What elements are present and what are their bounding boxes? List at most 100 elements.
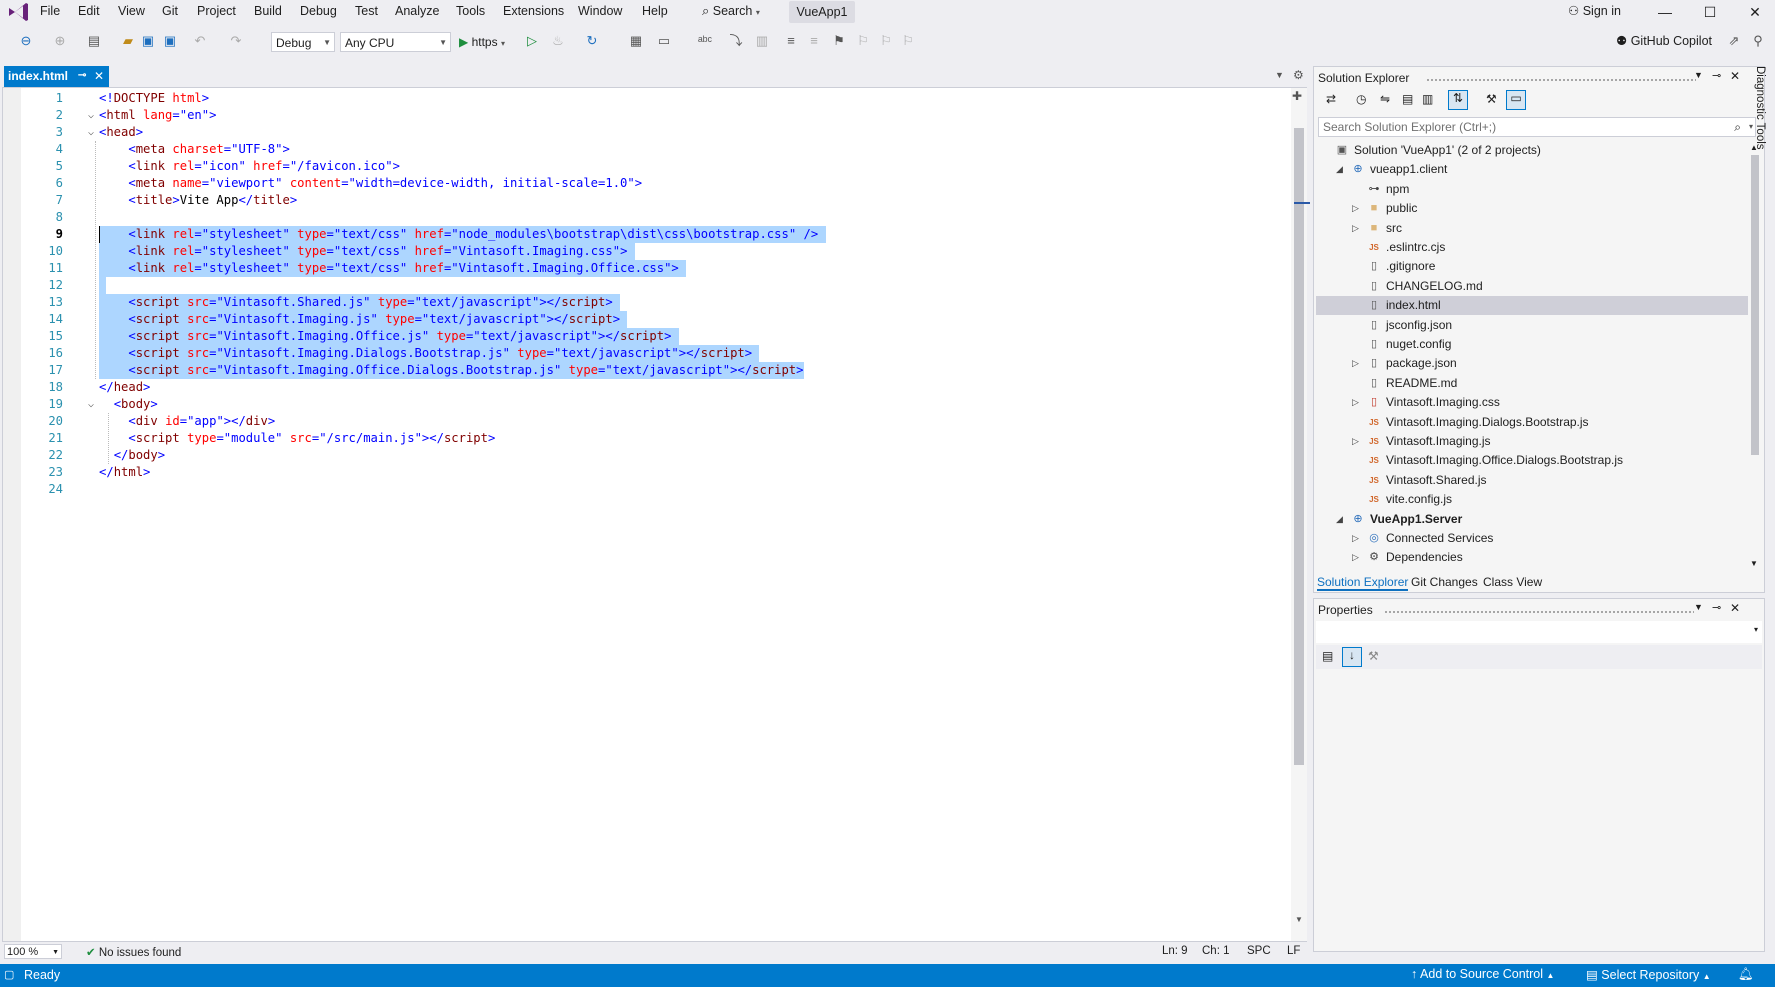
navigate-forward-icon[interactable]: ⊕ [52,33,68,49]
code-line[interactable]: 3 ⌵ <head> [3,124,1283,141]
refresh-icon[interactable]: ↻ [584,33,600,49]
line-number[interactable]: Ln: 9 [1162,945,1188,957]
tree-scrollbar[interactable]: ▲ ▼ [1748,141,1762,571]
menu-view[interactable]: View [118,4,145,18]
code-line[interactable]: 10 <link rel="stylesheet" type="text/css… [3,243,1283,260]
format-icon[interactable]: ▥ [754,33,770,49]
collapsed-chevron-icon[interactable]: ▷ [1352,529,1359,548]
close-window-button[interactable]: ✕ [1733,0,1775,24]
code-line[interactable]: 16 <script src="Vintasoft.Imaging.Dialog… [3,345,1283,362]
sync-with-document-icon[interactable]: ⇋ [1380,92,1390,106]
preview-selected-icon[interactable]: ⇅ [1448,90,1468,110]
close-tab-icon[interactable]: ✕ [94,66,104,86]
split-editor-icon[interactable]: ✚ [1292,89,1302,103]
tree-item[interactable]: ▯ index.html [1316,296,1748,316]
code-line[interactable]: 21 <script type="module" src="/src/main.… [3,430,1283,447]
switch-views-icon[interactable]: ⇄ [1326,92,1336,106]
tab-git-changes[interactable]: Git Changes [1411,575,1478,589]
tree-item[interactable]: JS vite.config.js [1316,490,1748,509]
collapsed-chevron-icon[interactable]: ▷ [1352,548,1359,567]
layout-icon[interactable]: ▭ [656,33,672,49]
menu-build[interactable]: Build [254,4,282,18]
fold-chevron-icon[interactable]: ⌵ [88,396,94,413]
menu-window[interactable]: Window [578,4,622,18]
outdent-icon[interactable]: ≡ [783,33,799,49]
zoom-dropdown[interactable]: 100 % ▼ [4,944,62,959]
line-endings[interactable]: LF [1287,945,1300,957]
issues-indicator[interactable]: ✔ No issues found [86,945,181,959]
code-editor[interactable]: 1 <!DOCTYPE html> 2 ⌵ <html lang="en"> 3 ⌵ <hea… [2,87,1310,942]
browser-link-icon[interactable]: ▦ [628,33,644,49]
maximize-button[interactable]: ☐ [1688,0,1732,24]
next-bookmark-icon[interactable]: ⚐ [878,33,894,49]
select-repository-button[interactable]: ▤ Select Repository ▲ [1586,967,1711,982]
tree-item[interactable]: ▯ jsconfig.json [1316,316,1748,335]
github-copilot-button[interactable]: ⚉ GitHub Copilot [1616,33,1712,48]
previous-bookmark-icon[interactable]: ⚐ [855,33,871,49]
tree-item[interactable]: ▯ .gitignore [1316,257,1748,276]
pending-changes-filter-icon[interactable]: ◷ [1356,92,1366,106]
hot-reload-icon[interactable]: ♨ [550,33,566,49]
expanded-chevron-icon[interactable]: ◢ [1336,510,1343,529]
properties-wrench-icon[interactable]: ⚒ [1486,92,1497,106]
spell-check-icon[interactable]: ᵃᵇᶜ [697,33,713,49]
menu-test[interactable]: Test [355,4,378,18]
scroll-down-icon[interactable]: ▼ [1295,915,1303,924]
collapse-all-icon[interactable]: ▤ [1402,92,1413,106]
scroll-down-icon[interactable]: ▼ [1750,559,1758,568]
collapsed-chevron-icon[interactable]: ▷ [1352,354,1359,373]
redo-icon[interactable]: ↷ [228,33,244,49]
window-position-chevron-icon[interactable]: ▼ [1694,70,1703,80]
code-line[interactable]: 6 <meta name="viewport" content="width=d… [3,175,1283,192]
collapsed-chevron-icon[interactable]: ▷ [1352,568,1359,571]
menu-extensions[interactable]: Extensions [503,4,564,18]
minimize-button[interactable]: — [1643,0,1687,24]
share-icon[interactable]: ⇗ [1726,33,1742,49]
menu-analyze[interactable]: Analyze [395,4,439,18]
tree-item[interactable]: JS .eslintrc.cjs [1316,238,1748,257]
code-line[interactable]: 1 <!DOCTYPE html> [3,90,1283,107]
code-line[interactable]: 13 <script src="Vintasoft.Shared.js" typ… [3,294,1283,311]
fold-chevron-icon[interactable]: ⌵ [88,124,94,141]
pin-icon[interactable]: ⊸ [1712,69,1721,82]
code-line[interactable]: 24 [3,481,1283,498]
menu-debug[interactable]: Debug [300,4,337,18]
close-panel-icon[interactable]: ✕ [1730,69,1740,83]
tree-item[interactable]: ▣ Solution 'VueApp1' (2 of 2 projects) [1316,141,1748,160]
fold-chevron-icon[interactable]: ⌵ [88,107,94,124]
tree-item[interactable]: ▷ ■ Properties [1316,568,1748,571]
tree-item[interactable]: ▷ ▯ Vintasoft.Imaging.css [1316,393,1748,412]
tab-class-view[interactable]: Class View [1483,575,1542,589]
code-line[interactable]: 8 [3,209,1283,226]
code-line[interactable]: 5 <link rel="icon" href="/favicon.ico"> [3,158,1283,175]
preview-toggle-icon[interactable]: ▭ [1506,90,1526,110]
close-panel-icon[interactable]: ✕ [1730,601,1740,615]
pin-icon[interactable]: ⊸ [1712,601,1721,614]
tree-item[interactable]: ▷ JS Vintasoft.Imaging.js [1316,432,1748,451]
window-position-chevron-icon[interactable]: ▼ [1694,602,1703,612]
column-number[interactable]: Ch: 1 [1202,945,1230,957]
tree-item[interactable]: ▯ CHANGELOG.md [1316,277,1748,296]
settings-gear-icon[interactable]: ⚙ [1293,68,1304,82]
menu-help[interactable]: Help [642,4,668,18]
menu-edit[interactable]: Edit [78,4,100,18]
feedback-icon[interactable]: ⚲ [1750,33,1766,49]
code-area[interactable]: 1 <!DOCTYPE html> 2 ⌵ <html lang="en"> 3 ⌵ <hea… [3,88,1291,941]
tree-item[interactable]: ◢ ⊕ vueapp1.client [1316,160,1748,179]
code-line[interactable]: 17 <script src="Vintasoft.Imaging.Office… [3,362,1283,379]
diagnostic-tools-tab[interactable]: Diagnostic Tools [1751,66,1773,156]
configuration-dropdown[interactable]: Debug ▼ [271,32,335,52]
tree-item[interactable]: ◢ ⊕ VueApp1.Server [1316,510,1748,529]
code-line[interactable]: 19 ⌵ <body> [3,396,1283,413]
menu-project[interactable]: Project [197,4,236,18]
code-line[interactable]: 7 <title>Vite App</title> [3,192,1283,209]
collapsed-chevron-icon[interactable]: ▷ [1352,219,1359,238]
code-line[interactable]: 14 <script src="Vintasoft.Imaging.js" ty… [3,311,1283,328]
open-file-icon[interactable]: ▰ [120,33,136,49]
tree-item[interactable]: ▷ ⚙ Dependencies [1316,548,1748,567]
clear-bookmarks-icon[interactable]: ⚐ [900,33,916,49]
menu-file[interactable]: File [40,4,60,18]
sign-in-button[interactable]: ⚇ Sign in [1568,3,1621,18]
menu-tools[interactable]: Tools [456,4,485,18]
pin-icon[interactable]: ⊸ [78,66,86,86]
